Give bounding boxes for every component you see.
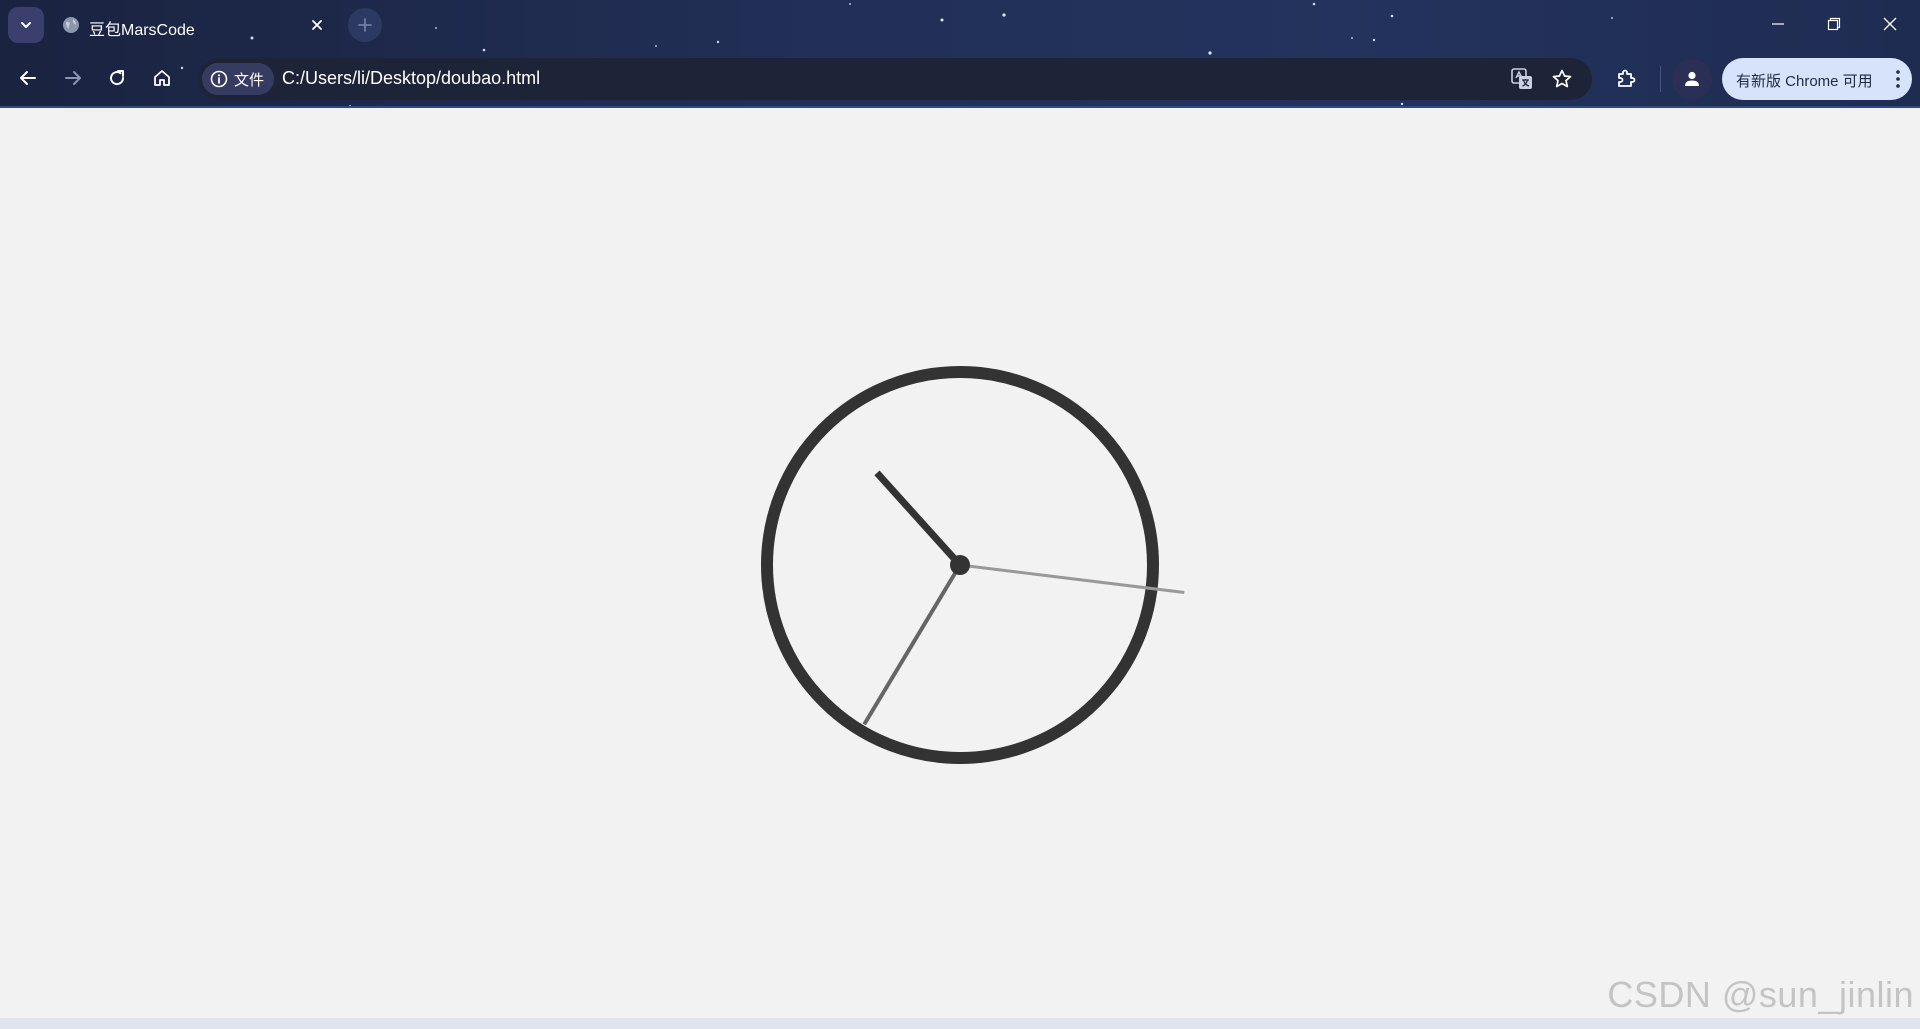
star-icon bbox=[1552, 69, 1572, 88]
new-tab-button[interactable] bbox=[348, 8, 382, 42]
home-button[interactable] bbox=[144, 60, 180, 96]
globe-icon bbox=[63, 17, 79, 33]
close-icon bbox=[312, 20, 322, 30]
clock-center-pin bbox=[950, 555, 970, 575]
hour-hand bbox=[874, 470, 963, 568]
translate-icon bbox=[1511, 68, 1532, 89]
update-label: 有新版 Chrome 可用 bbox=[1736, 73, 1873, 90]
browser-chrome: 豆包MarsCode 文件 C:/Users/li/Desktop/doubao… bbox=[0, 0, 1920, 108]
info-icon bbox=[210, 70, 228, 88]
translate-button[interactable] bbox=[1508, 65, 1536, 93]
tab-active[interactable]: 豆包MarsCode bbox=[52, 4, 337, 46]
restore-icon bbox=[1827, 17, 1841, 31]
arrow-left-icon bbox=[20, 71, 36, 85]
forward-button[interactable] bbox=[55, 60, 91, 96]
arrow-right-icon bbox=[65, 71, 81, 85]
taskbar-edge bbox=[0, 1018, 1920, 1029]
close-window-button[interactable] bbox=[1862, 0, 1918, 48]
site-info-chip[interactable]: 文件 bbox=[202, 63, 275, 95]
tab-search-button[interactable] bbox=[8, 7, 44, 43]
back-button[interactable] bbox=[10, 60, 46, 96]
chrome-update-button[interactable]: 有新版 Chrome 可用 bbox=[1722, 58, 1912, 100]
url-text[interactable]: C:/Users/li/Desktop/doubao.html bbox=[282, 68, 540, 89]
tab-title: 豆包MarsCode bbox=[89, 22, 195, 39]
address-bar[interactable]: 文件 C:/Users/li/Desktop/doubao.html bbox=[198, 58, 1592, 100]
minute-hand bbox=[862, 563, 962, 726]
reload-button[interactable] bbox=[99, 60, 135, 96]
person-icon bbox=[1685, 71, 1699, 86]
reload-icon bbox=[110, 70, 125, 86]
profile-button[interactable] bbox=[1672, 59, 1712, 99]
bookmark-button[interactable] bbox=[1548, 65, 1576, 93]
chrome-menu-button[interactable] bbox=[1890, 68, 1906, 90]
home-icon bbox=[154, 70, 170, 86]
close-icon bbox=[1883, 17, 1897, 31]
minimize-icon bbox=[1772, 23, 1784, 25]
restore-button[interactable] bbox=[1806, 0, 1862, 48]
csdn-watermark: CSDN @sun_jinlin bbox=[1607, 974, 1914, 1015]
plus-icon bbox=[358, 18, 372, 32]
site-chip-label: 文件 bbox=[234, 71, 265, 89]
minimize-button[interactable] bbox=[1750, 0, 1806, 48]
puzzle-icon bbox=[1618, 69, 1636, 87]
page-content: CSDN @sun_jinlin bbox=[0, 108, 1920, 1018]
tab-close-button[interactable] bbox=[307, 15, 327, 35]
toolbar-divider bbox=[1660, 66, 1661, 92]
extensions-button[interactable] bbox=[1607, 60, 1645, 98]
analog-clock bbox=[761, 366, 1185, 764]
kebab-menu-icon bbox=[1896, 70, 1900, 88]
chevron-down-icon bbox=[21, 22, 31, 28]
